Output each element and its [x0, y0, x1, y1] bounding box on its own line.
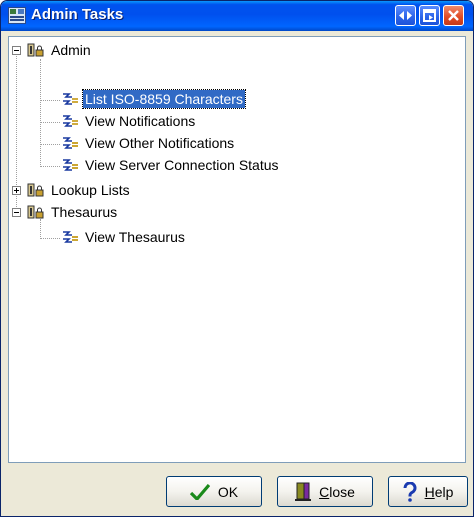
tree-item-list-iso-8859[interactable]: List ISO-8859 Characters [61, 89, 246, 109]
folder-lock-icon [27, 205, 44, 219]
tree-connector [40, 100, 60, 101]
plus-icon [14, 188, 19, 193]
tree-item-view-other-notifications[interactable]: View Other Notifications [61, 133, 236, 153]
help-titlebar-button[interactable] [395, 5, 416, 26]
task-icon [63, 115, 78, 127]
tree-connector [40, 144, 60, 145]
minus-icon [14, 212, 19, 213]
task-icon [63, 159, 78, 171]
close-icon [448, 10, 459, 21]
tree-item-label: Admin [51, 42, 91, 58]
expand-toggle-lookup-lists[interactable] [12, 186, 21, 195]
tree-item-thesaurus[interactable]: Thesaurus [27, 202, 119, 222]
button-bar: OK Close Help [1, 465, 473, 516]
title-bar[interactable]: Admin Tasks [1, 1, 473, 31]
question-icon [403, 481, 417, 502]
task-icon [63, 231, 78, 243]
admin-tasks-window: Admin Tasks Admin List ISO-8859 Characte… [0, 0, 474, 517]
tree-connector [40, 122, 60, 123]
ok-button[interactable]: OK [166, 476, 262, 507]
tree-item-label: Lookup Lists [51, 182, 130, 198]
door-icon [295, 482, 312, 502]
tree-connector [40, 166, 60, 167]
ok-label: OK [217, 483, 239, 500]
help-button[interactable]: Help [388, 476, 468, 507]
tree-item-label: View Other Notifications [85, 135, 235, 151]
collapse-toggle-thesaurus[interactable] [12, 208, 21, 217]
minus-icon [14, 50, 19, 51]
collapse-toggle-admin[interactable] [12, 46, 21, 55]
tree-item-label: View Notifications [85, 113, 196, 129]
arrows-icon [399, 11, 412, 20]
tree-item-admin[interactable]: Admin [27, 40, 93, 60]
close-window-button[interactable] [443, 5, 464, 26]
checkmark-icon [189, 483, 210, 500]
tree-item-label: Thesaurus [51, 204, 118, 220]
help-label: Help [424, 483, 454, 500]
close-label: Close [319, 483, 355, 500]
tree-item-label: View Thesaurus [85, 229, 185, 245]
window-icon [423, 9, 436, 22]
tree-item-view-thesaurus[interactable]: View Thesaurus [61, 227, 187, 247]
tree-connector [40, 238, 60, 239]
tree-item-label: List ISO-8859 Characters [82, 89, 246, 109]
maximize-button[interactable] [419, 5, 440, 26]
window-title: Admin Tasks [31, 6, 124, 23]
tree-item-label: View Server Connection Status [85, 157, 279, 173]
close-button[interactable]: Close [277, 476, 373, 507]
folder-lock-icon [27, 43, 44, 57]
folder-lock-icon [27, 183, 44, 197]
task-icon [63, 93, 78, 105]
tree-connector [40, 59, 41, 165]
task-icon [63, 137, 78, 149]
tree-item-lookup-lists[interactable]: Lookup Lists [27, 180, 132, 200]
task-tree[interactable]: Admin List ISO-8859 Characters View Noti… [8, 36, 466, 463]
tree-item-view-notifications[interactable]: View Notifications [61, 111, 197, 131]
app-icon [8, 7, 26, 24]
tree-item-view-server-connection-status[interactable]: View Server Connection Status [61, 155, 281, 175]
